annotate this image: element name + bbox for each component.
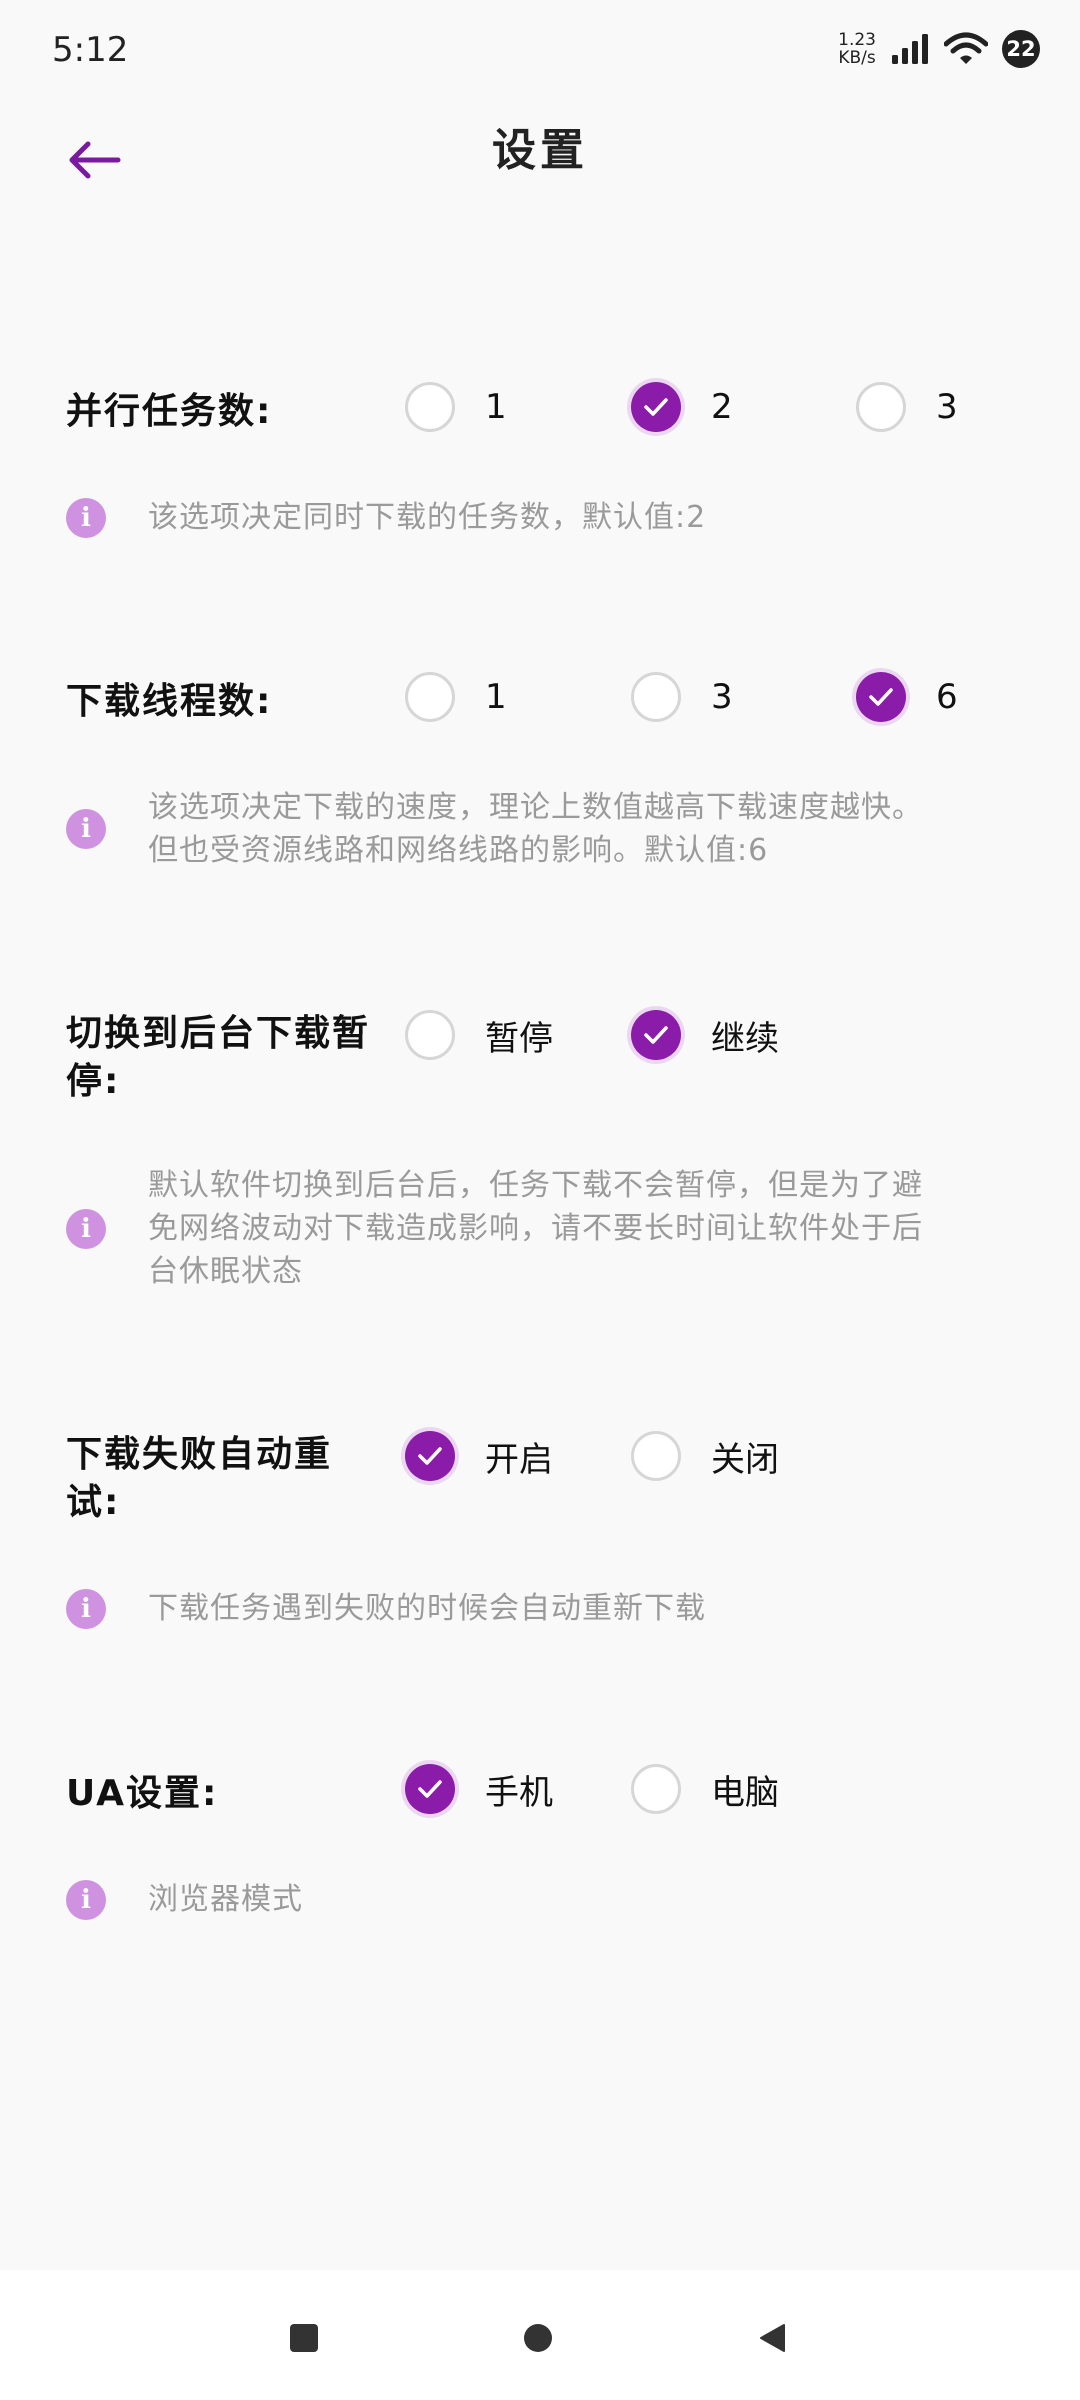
setting-info: i 下载任务遇到失败的时候会自动重新下载 <box>66 1587 986 1630</box>
radio-button-checked[interactable] <box>856 672 906 722</box>
info-icon: i <box>66 1588 106 1629</box>
option-label: 1 <box>485 387 507 427</box>
info-icon: i <box>66 1208 106 1249</box>
option-label: 1 <box>485 677 507 717</box>
recents-button[interactable] <box>276 2310 332 2366</box>
option-retry-on[interactable]: 开启 <box>405 1431 553 1481</box>
option-parallel-3[interactable]: 3 <box>856 382 958 432</box>
info-text: 该选项决定同时下载的任务数，默认值:2 <box>148 500 707 535</box>
wifi-icon <box>944 32 988 64</box>
setting-info: i 默认软件切换到后台后，任务下载不会暂停，但是为了避 免网络波动对下载造成影响… <box>66 1164 986 1293</box>
radio-button[interactable] <box>856 382 906 432</box>
radio-button-checked[interactable] <box>405 1764 455 1814</box>
net-speed-unit: KB/s <box>838 48 876 68</box>
info-line: 该选项决定下载的速度，理论上数值越高下载速度越快。 <box>148 790 923 825</box>
setting-label: 切换到后台下载暂 停: <box>66 1010 406 1106</box>
setting-info: i 该选项决定下载的速度，理论上数值越高下载速度越快。 但也受资源线路和网络线路… <box>66 786 986 872</box>
radio-button-checked[interactable] <box>631 382 681 432</box>
info-icon: i <box>66 809 106 849</box>
info-icon: i <box>66 1879 106 1920</box>
option-ua-desktop[interactable]: 电脑 <box>631 1764 779 1814</box>
option-label: 2 <box>711 387 733 427</box>
check-icon <box>644 398 668 416</box>
setting-label-line: 下载失败自动重 <box>66 1434 333 1475</box>
setting-label: 下载失败自动重 试: <box>66 1431 406 1527</box>
option-label: 3 <box>711 677 733 717</box>
option-parallel-1[interactable]: 1 <box>405 382 507 432</box>
option-ua-mobile[interactable]: 手机 <box>405 1764 553 1814</box>
setting-label: 下载线程数: <box>66 681 273 722</box>
info-text: 下载任务遇到失败的时候会自动重新下载 <box>148 1591 706 1626</box>
system-nav-bar <box>0 2270 1080 2400</box>
radio-button[interactable] <box>405 672 455 722</box>
option-label: 手机 <box>485 1772 553 1813</box>
top-app-bar: 设置 <box>0 110 1080 260</box>
option-label: 6 <box>936 677 958 717</box>
info-line: 免网络波动对下载造成影响，请不要长时间让软件处于后 <box>148 1211 923 1246</box>
nav-back-button[interactable] <box>744 2310 800 2366</box>
radio-button[interactable] <box>631 672 681 722</box>
status-time: 5:12 <box>52 30 129 70</box>
option-continue[interactable]: 继续 <box>631 1010 779 1060</box>
check-icon <box>418 1447 442 1465</box>
radio-button[interactable] <box>631 1431 681 1481</box>
option-parallel-2[interactable]: 2 <box>631 382 733 432</box>
radio-button[interactable] <box>631 1764 681 1814</box>
page-title: 设置 <box>492 125 588 176</box>
radio-button[interactable] <box>405 1010 455 1060</box>
info-text: 默认软件切换到后台后，任务下载不会暂停，但是为了避 免网络波动对下载造成影响，请… <box>148 1164 923 1293</box>
status-icons: 1.23 KB/s 22 <box>838 30 1040 68</box>
network-speed: 1.23 KB/s <box>838 31 876 67</box>
option-threads-6[interactable]: 6 <box>856 672 958 722</box>
setting-info: i 该选项决定同时下载的任务数，默认值:2 <box>66 496 986 539</box>
option-label: 开启 <box>485 1439 553 1480</box>
signal-icon <box>892 34 928 64</box>
setting-label-line: 试: <box>66 1482 121 1523</box>
status-bar: 5:12 1.23 KB/s 22 <box>0 0 1080 110</box>
option-label: 关闭 <box>711 1439 779 1480</box>
setting-info: i 浏览器模式 <box>66 1878 986 1921</box>
option-threads-3[interactable]: 3 <box>631 672 733 722</box>
setting-label: UA设置: <box>66 1773 219 1814</box>
info-line: 台休眠状态 <box>148 1254 303 1289</box>
option-label: 电脑 <box>711 1772 779 1813</box>
option-retry-off[interactable]: 关闭 <box>631 1431 779 1481</box>
notification-count-badge: 22 <box>1002 30 1040 68</box>
info-line: 但也受资源线路和网络线路的影响。默认值:6 <box>148 833 769 868</box>
radio-button[interactable] <box>405 382 455 432</box>
option-pause[interactable]: 暂停 <box>405 1010 553 1060</box>
setting-label-line: 停: <box>66 1061 121 1102</box>
radio-button-checked[interactable] <box>631 1010 681 1060</box>
info-text: 该选项决定下载的速度，理论上数值越高下载速度越快。 但也受资源线路和网络线路的影… <box>148 786 923 872</box>
net-speed-value: 1.23 <box>838 30 876 50</box>
check-icon <box>644 1026 668 1044</box>
triangle-back-icon <box>760 2324 785 2352</box>
radio-button-checked[interactable] <box>405 1431 455 1481</box>
option-threads-1[interactable]: 1 <box>405 672 507 722</box>
info-line: 默认软件切换到后台后，任务下载不会暂停，但是为了避 <box>148 1168 923 1203</box>
info-icon: i <box>66 497 106 538</box>
check-icon <box>418 1780 442 1798</box>
check-icon <box>869 688 893 706</box>
option-label: 继续 <box>711 1018 779 1059</box>
setting-label: 并行任务数: <box>66 391 273 432</box>
option-label: 暂停 <box>485 1018 553 1059</box>
info-text: 浏览器模式 <box>148 1882 303 1917</box>
setting-label-line: 切换到后台下载暂 <box>66 1013 371 1054</box>
circle-icon <box>524 2324 552 2352</box>
home-button[interactable] <box>510 2310 566 2366</box>
square-icon <box>290 2324 318 2352</box>
option-label: 3 <box>936 387 958 427</box>
